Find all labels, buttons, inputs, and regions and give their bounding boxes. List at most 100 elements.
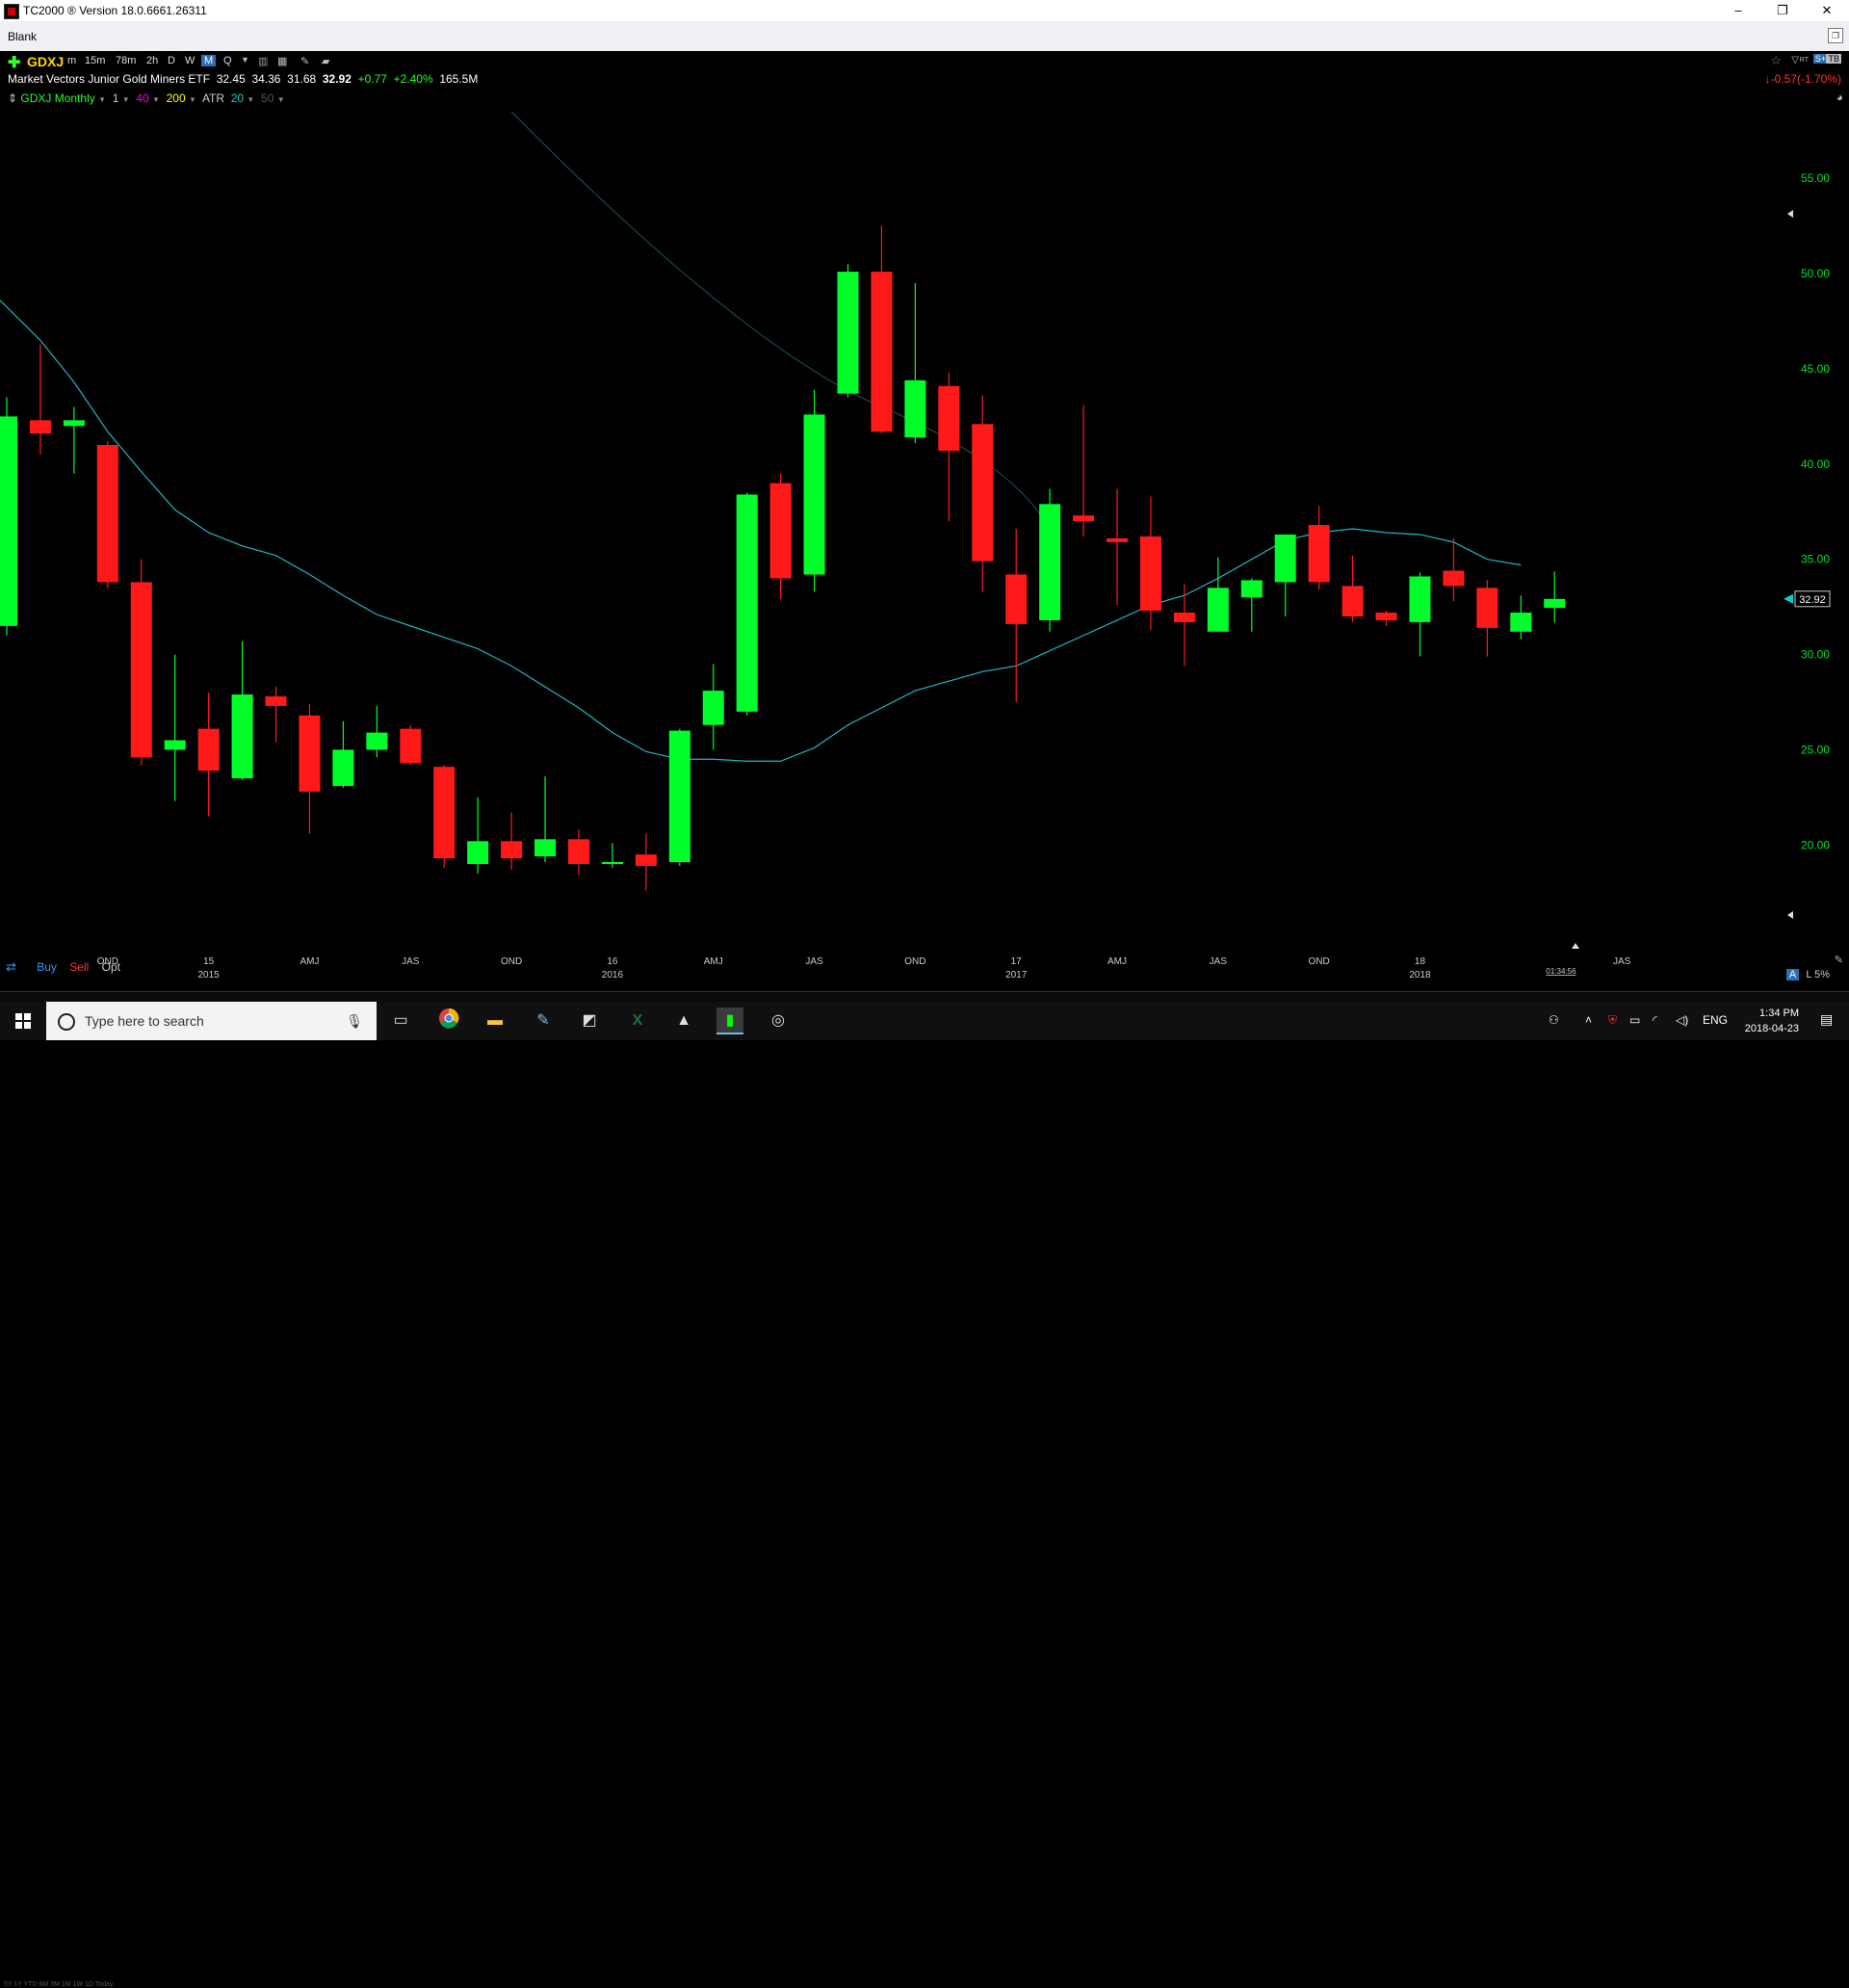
candle	[1240, 578, 1263, 632]
timeframe-78m[interactable]: 78m	[116, 55, 136, 66]
maximize-button[interactable]: ❐	[1760, 0, 1805, 21]
clock-date: 2018-04-23	[1744, 1023, 1799, 1034]
volume-icon[interactable]: ◁)	[1676, 1013, 1688, 1027]
clock-time: 1:34 PM	[1759, 1007, 1799, 1019]
x-year-label: 2017	[1005, 970, 1028, 981]
x-year-label: 2015	[198, 970, 221, 981]
buy-button[interactable]: Buy	[37, 960, 57, 974]
security-icon[interactable]: ⛨	[1608, 1013, 1617, 1028]
candle	[0, 397, 17, 636]
log-scale-button[interactable]: L	[1806, 969, 1811, 981]
candle-body	[467, 841, 489, 865]
tc2000-icon[interactable]: ▮	[716, 1007, 743, 1034]
language-indicator[interactable]: ENG	[1703, 1013, 1728, 1027]
bar-count[interactable]: 1	[113, 92, 119, 105]
star-icon[interactable]: ☆	[1770, 53, 1782, 68]
chart-label[interactable]: GDXJ Monthly	[20, 92, 94, 105]
chart-area[interactable]: 20.00 25.00 30.00 35.00 40.00 45.00 50.00 55.00…	[0, 51, 1849, 991]
quote-line: Market Vectors Junior Gold Miners ETF 32…	[8, 72, 478, 86]
overnight-change-value: -0.57(-1.70%)	[1770, 72, 1841, 86]
long-ma-line	[510, 111, 1051, 532]
candlestick-chart[interactable]: 20.00 25.00 30.00 35.00 40.00 45.00 50.00 55.00…	[0, 51, 1849, 991]
scroll-left-icon	[1787, 911, 1793, 919]
satellite-icon[interactable]: ◎	[765, 1007, 792, 1034]
time-readout: 01:34:56	[1546, 967, 1576, 976]
candle	[366, 705, 388, 758]
dropdown-arrow-icon[interactable]: ▼	[241, 55, 249, 65]
ma-200[interactable]: 200	[167, 92, 186, 105]
restore-icon[interactable]: ❐	[1828, 28, 1843, 43]
sell-button[interactable]: Sell	[69, 960, 89, 974]
calendar-icon[interactable]: ▦	[277, 55, 287, 67]
pencil-icon[interactable]: ✎	[300, 55, 309, 67]
candle-body	[0, 416, 17, 626]
chevron-up-icon[interactable]: ˄	[1585, 1013, 1592, 1027]
timeframe-q[interactable]: Q	[223, 55, 232, 66]
timeframe-m-active[interactable]: M	[201, 55, 217, 66]
ma-40[interactable]: 40	[136, 92, 148, 105]
timeframe-15m[interactable]: 15m	[85, 55, 105, 66]
timeframe-w[interactable]: W	[185, 55, 195, 66]
add-symbol-icon[interactable]: ✚	[8, 53, 20, 72]
pencil-icon[interactable]: ✎	[1835, 954, 1843, 966]
window-title: TC2000 ® Version 18.0.6661.26311	[23, 4, 207, 17]
chevron-down-icon[interactable]: ▼	[277, 95, 285, 104]
updown-icon[interactable]: ⇕	[8, 92, 17, 105]
auto-scale-button[interactable]: A	[1785, 969, 1800, 981]
timeframe-2h[interactable]: 2h	[146, 55, 158, 66]
chrome-icon[interactable]	[435, 1007, 462, 1034]
scale-percent[interactable]: 5%	[1814, 969, 1830, 981]
quote-volume: 165.5M	[439, 72, 479, 86]
time-range-tabs[interactable]: 5Y 1Y YTD 6M 3M 1M 1W 1D Today	[4, 1981, 113, 1988]
options-button[interactable]: Opt	[102, 960, 120, 974]
start-button[interactable]	[0, 1002, 46, 1040]
candle	[803, 389, 825, 592]
candle	[29, 344, 51, 455]
candle	[96, 441, 118, 589]
chevron-down-icon[interactable]: ▼	[189, 95, 196, 104]
y-tick-label: 20.00	[1801, 838, 1830, 851]
file-explorer-icon[interactable]: ▬	[482, 1007, 508, 1034]
tb-button[interactable]: TB	[1826, 54, 1841, 64]
layout-tab[interactable]: Blank	[8, 30, 37, 43]
candle-body	[1039, 504, 1061, 620]
search-input[interactable]: Type here to search	[85, 1013, 204, 1029]
candle-body	[231, 694, 253, 779]
candle-body	[501, 841, 523, 859]
chevron-down-icon[interactable]: ▼	[122, 95, 130, 104]
palette-icon[interactable]: ◕	[1836, 91, 1843, 104]
chevron-down-icon[interactable]: ▼	[247, 95, 254, 104]
atr-label[interactable]: ATR	[202, 92, 224, 105]
candle	[702, 664, 724, 750]
task-view-icon[interactable]: ▭	[387, 1007, 414, 1034]
candle	[1039, 488, 1061, 632]
trade-arrows-icon[interactable]: ⇄	[6, 959, 16, 974]
people-icon[interactable]: ⚇	[1549, 1013, 1559, 1027]
chevron-down-icon[interactable]: ▼	[152, 95, 160, 104]
symbol-label[interactable]: GDXJ	[27, 54, 64, 69]
drawing-tool-icon[interactable]: ▰	[322, 55, 329, 67]
chevron-down-icon[interactable]: ▼	[98, 95, 106, 104]
excel-icon[interactable]: X	[624, 1007, 651, 1034]
ma-50[interactable]: 50	[261, 92, 273, 105]
taskbar-search[interactable]: Type here to search 🎙	[46, 1002, 377, 1040]
wifi-icon[interactable]: ◜	[1653, 1013, 1657, 1027]
candle-body	[299, 715, 321, 792]
timeframe-m[interactable]: m	[67, 55, 76, 66]
snipping-tool-icon[interactable]: ◩	[576, 1007, 603, 1034]
notification-icon[interactable]: ▤	[1820, 1011, 1839, 1029]
bars-icon[interactable]: ▥	[258, 55, 268, 67]
photos-icon[interactable]: ▲	[670, 1007, 697, 1034]
battery-icon[interactable]: ▭	[1629, 1013, 1640, 1027]
candle-body	[567, 839, 589, 865]
atr-period[interactable]: 20	[231, 92, 244, 105]
flag-icon[interactable]: ▽	[1791, 55, 1799, 65]
microphone-icon[interactable]: 🎙	[346, 1013, 363, 1030]
candle-body	[1409, 576, 1431, 622]
timeframe-d[interactable]: D	[168, 55, 175, 66]
close-button[interactable]: ✕	[1805, 0, 1849, 21]
candle-body	[1107, 537, 1129, 542]
clock[interactable]: 1:34 PM 2018-04-23	[1745, 1006, 1799, 1036]
paint-icon[interactable]: ✎	[530, 1007, 557, 1034]
minimize-button[interactable]: –	[1716, 0, 1760, 21]
